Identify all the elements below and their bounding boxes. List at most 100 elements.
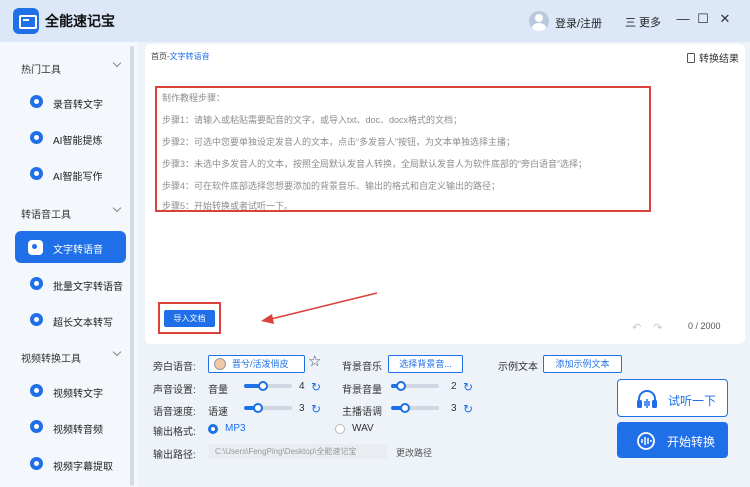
volume-value: 4 bbox=[299, 381, 305, 392]
speed-value: 3 bbox=[299, 403, 305, 414]
reset-icon[interactable]: ↻ bbox=[463, 403, 473, 415]
tutorial-line: 步骤2：可选中您要单独设定发音人的文本，点击“多发音人”按钮，为文本单独选择主播… bbox=[162, 137, 516, 147]
narration-voice-select[interactable]: 晋兮/活泼俏皮 bbox=[208, 355, 305, 373]
speech-icon bbox=[28, 240, 43, 255]
sample-text-label: 示例文本 bbox=[498, 362, 538, 373]
sidebar-item-video-to-text[interactable]: 视频转文字 bbox=[15, 375, 126, 407]
format-mp3-label: MP3 bbox=[225, 423, 246, 434]
breadcrumb-current: 文字转语音 bbox=[169, 52, 210, 61]
sidebar-group-title: 转语音工具 bbox=[21, 210, 71, 221]
slider-knob[interactable] bbox=[395, 381, 406, 391]
result-label: 转换结果 bbox=[699, 54, 739, 65]
record-icon bbox=[30, 95, 43, 108]
pitch-slider[interactable] bbox=[391, 403, 439, 413]
document-icon bbox=[687, 53, 695, 63]
sidebar-item-batch-text-to-speech[interactable]: 批量文字转语音 bbox=[15, 268, 126, 300]
reset-icon[interactable]: ↻ bbox=[463, 381, 473, 393]
text-input-area[interactable]: 制作教程步骤： 步骤1：请输入或粘贴需要配音的文字，或导入txt、doc、doc… bbox=[155, 86, 651, 212]
sidebar-item-ai-write[interactable]: AI智能写作 bbox=[15, 158, 126, 190]
format-label: 输出格式: bbox=[153, 427, 196, 438]
sidebar-item-label: AI智能写作 bbox=[53, 172, 103, 183]
speed-slider[interactable] bbox=[244, 403, 292, 413]
slider-knob[interactable] bbox=[258, 381, 269, 391]
editor-panel: 首页-文字转语音 转换结果 制作教程步骤： 步骤1：请输入或粘贴需要配音的文字，… bbox=[145, 44, 745, 344]
maximize-button[interactable]: ☐ bbox=[695, 11, 711, 27]
tutorial-line: 步骤4：可在软件底部选择您想要添加的背景音乐、输出的格式和自定义输出的路径； bbox=[162, 181, 501, 191]
login-link[interactable]: 登录/注册 bbox=[555, 15, 602, 31]
app-logo-icon bbox=[13, 8, 39, 34]
speed-label: 语速 bbox=[208, 407, 228, 418]
sidebar-item-label: AI智能提炼 bbox=[53, 136, 103, 147]
app-title: 全能速记宝 bbox=[45, 13, 115, 29]
char-counter: 0 / 2000 bbox=[688, 321, 721, 331]
favorite-star-icon[interactable]: ☆ bbox=[308, 354, 321, 369]
path-label: 输出路径: bbox=[153, 450, 196, 461]
pitch-label: 主播语调 bbox=[342, 407, 382, 418]
sidebar-item-label: 文字转语音 bbox=[53, 245, 103, 256]
redo-icon[interactable]: ↷ bbox=[653, 321, 662, 334]
bgm-select-button[interactable]: 选择背景音... bbox=[388, 355, 463, 373]
format-wav-radio[interactable] bbox=[335, 424, 345, 434]
slider-knob[interactable] bbox=[253, 403, 264, 413]
minimize-button[interactable]: — bbox=[675, 11, 691, 27]
output-path-field[interactable]: C:\Users\FengPing\Desktop\全能速记宝 bbox=[209, 444, 387, 459]
avatar[interactable] bbox=[529, 11, 549, 31]
change-path-link[interactable]: 更改路径 bbox=[396, 446, 432, 459]
sidebar-group-title: 热门工具 bbox=[21, 65, 61, 76]
sidebar-group-title: 视频转换工具 bbox=[21, 354, 81, 365]
video-icon bbox=[30, 457, 43, 470]
sidebar-item-audio-to-text[interactable]: 录音转文字 bbox=[15, 86, 126, 118]
bg-volume-label: 背景音量 bbox=[342, 385, 382, 396]
tutorial-line: 步骤1：请输入或粘贴需要配音的文字，或导入txt、doc、docx格式的文档； bbox=[162, 115, 463, 125]
video-icon bbox=[30, 384, 43, 397]
format-mp3-radio[interactable] bbox=[208, 424, 218, 434]
sidebar-group-video-tools[interactable]: 视频转换工具 bbox=[0, 346, 132, 366]
title-bar: 全能速记宝 登录/注册 三 更多 — ☐ ✕ bbox=[0, 0, 750, 42]
listen-label: 试听一下 bbox=[668, 394, 717, 408]
import-button[interactable]: 导入文档 bbox=[164, 310, 215, 327]
tutorial-line: 步骤3：未选中多发音人的文本，按照全局默认发音人转换，全局默认发音人为软件底部的… bbox=[162, 159, 588, 169]
voice-setting-label: 声音设置: bbox=[153, 385, 196, 396]
volume-slider[interactable] bbox=[244, 381, 292, 391]
voice-avatar-icon bbox=[214, 358, 226, 370]
chevron-down-icon bbox=[112, 58, 122, 68]
listen-button[interactable]: 试听一下 bbox=[617, 379, 728, 417]
sidebar-group-voice-tools[interactable]: 转语音工具 bbox=[0, 202, 132, 222]
tutorial-line: 制作教程步骤： bbox=[162, 93, 226, 103]
sidebar-item-text-to-speech[interactable]: 文字转语音 bbox=[15, 231, 126, 263]
sidebar-item-long-text[interactable]: 超长文本转写 bbox=[15, 304, 126, 336]
pitch-value: 3 bbox=[451, 403, 457, 414]
undo-icon[interactable]: ↶ bbox=[632, 321, 641, 334]
tutorial-line: 步骤5：开始转换或者试听一下。 bbox=[162, 201, 294, 211]
speech-icon bbox=[30, 313, 43, 326]
bgm-label: 背景音乐 bbox=[342, 362, 382, 373]
result-link[interactable]: 转换结果 bbox=[687, 50, 739, 65]
more-menu[interactable]: 三 更多 bbox=[625, 14, 661, 30]
sidebar-item-label: 批量文字转语音 bbox=[53, 282, 123, 293]
reset-icon[interactable]: ↻ bbox=[311, 381, 321, 393]
reset-icon[interactable]: ↻ bbox=[311, 403, 321, 415]
slider-knob[interactable] bbox=[400, 403, 411, 413]
sidebar-group-hot-tools[interactable]: 热门工具 bbox=[0, 57, 132, 77]
start-label: 开始转换 bbox=[667, 435, 716, 449]
start-convert-button[interactable]: 开始转换 bbox=[617, 422, 728, 458]
bg-volume-slider[interactable] bbox=[391, 381, 439, 391]
speech-icon bbox=[30, 277, 43, 290]
format-wav-label: WAV bbox=[352, 423, 374, 434]
breadcrumb-home[interactable]: 首页 bbox=[151, 52, 167, 61]
sidebar-item-label: 视频转文字 bbox=[53, 389, 103, 400]
sidebar-item-video-to-audio[interactable]: 视频转音频 bbox=[15, 411, 126, 443]
bg-volume-value: 2 bbox=[451, 381, 457, 392]
sidebar-item-label: 视频转音频 bbox=[53, 425, 103, 436]
sidebar-scrollbar[interactable] bbox=[130, 46, 134, 486]
volume-label: 音量 bbox=[208, 385, 228, 396]
sidebar-item-ai-extract[interactable]: AI智能提炼 bbox=[15, 122, 126, 154]
close-button[interactable]: ✕ bbox=[717, 11, 733, 27]
sidebar-item-subtitle-extract[interactable]: 视频字幕提取 bbox=[15, 448, 126, 480]
chevron-down-icon bbox=[112, 203, 122, 213]
narration-voice-label: 晋兮/活泼俏皮 bbox=[232, 359, 289, 369]
import-highlight: 导入文档 bbox=[158, 302, 221, 334]
ai-icon bbox=[30, 167, 43, 180]
add-sample-text-button[interactable]: 添加示例文本 bbox=[543, 355, 622, 373]
waveform-icon bbox=[637, 432, 655, 450]
